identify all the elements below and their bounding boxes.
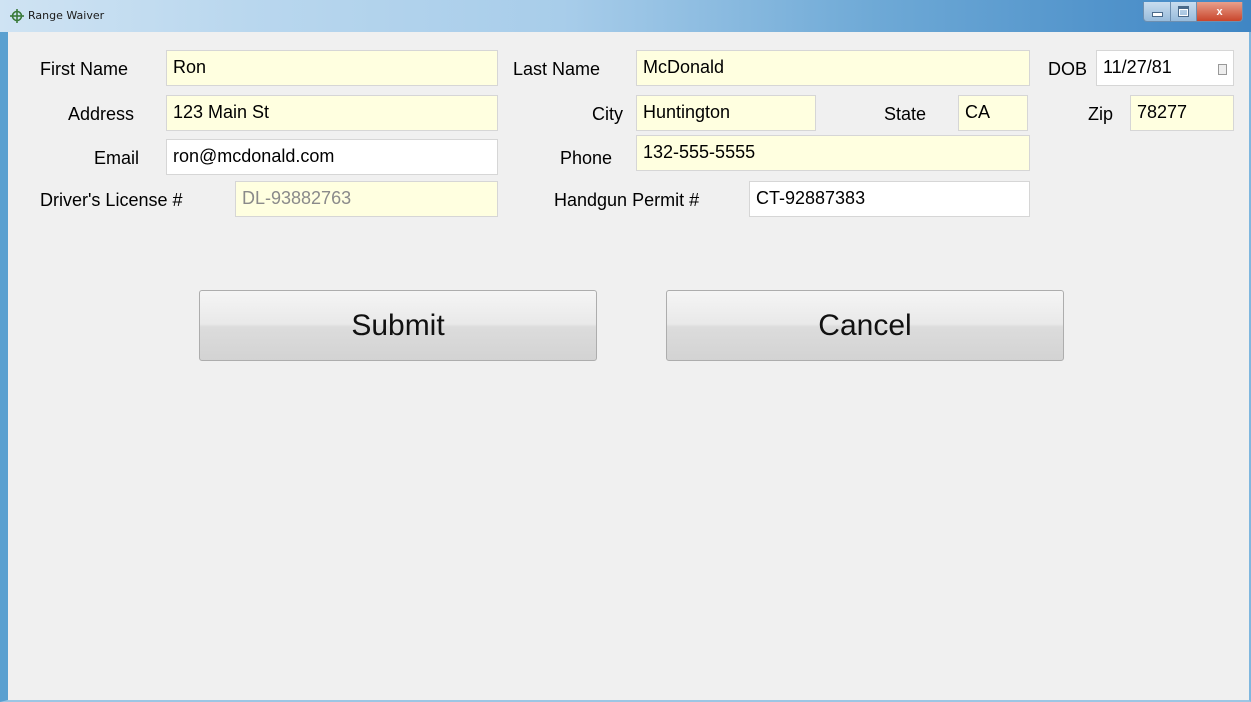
address-field[interactable]: 123 Main St [166,95,498,131]
phone-label: Phone [560,148,613,168]
handgun-permit-field[interactable]: CT-92887383 [749,181,1030,217]
maximize-button[interactable] [1171,2,1197,22]
maximize-icon [1178,6,1189,17]
calendar-icon[interactable] [1218,64,1227,75]
dob-date-picker[interactable]: 11/27/81 [1096,50,1234,86]
first-name-field[interactable]: Ron [166,50,498,86]
close-button[interactable]: x [1197,2,1243,22]
handgun-permit-label: Handgun Permit # [554,190,700,210]
minimize-icon [1151,12,1163,17]
zip-label: Zip [1088,104,1114,124]
email-field[interactable]: ron@mcdonald.com [166,139,498,175]
submit-button[interactable]: Submit [199,290,597,361]
caption-buttons: x [1143,2,1243,22]
state-label: State [884,104,927,124]
dob-label: DOB [1048,59,1088,79]
last-name-label: Last Name [513,59,601,79]
zip-field[interactable]: 78277 [1130,95,1234,131]
address-label: Address [68,104,135,124]
city-field[interactable]: Huntington [636,95,816,131]
phone-field[interactable]: 132-555-5555 [636,135,1030,171]
first-name-label: First Name [40,59,129,79]
window-title: Range Waiver [28,9,105,22]
city-label: City [592,104,623,124]
email-label: Email [94,148,140,168]
crosshair-icon [10,9,24,23]
dob-value: 11/27/81 [1103,57,1172,77]
minimize-button[interactable] [1143,2,1171,22]
drivers-license-field[interactable]: DL-93882763 [235,181,498,217]
close-icon: x [1216,5,1223,18]
cancel-button[interactable]: Cancel [666,290,1064,361]
title-bar[interactable]: Range Waiver x [0,0,1251,32]
drivers-license-label: Driver's License # [40,190,183,210]
range-waiver-window: Range Waiver x First Name Ron Last Name … [0,0,1251,702]
state-field[interactable]: CA [958,95,1028,131]
last-name-field[interactable]: McDonald [636,50,1030,86]
